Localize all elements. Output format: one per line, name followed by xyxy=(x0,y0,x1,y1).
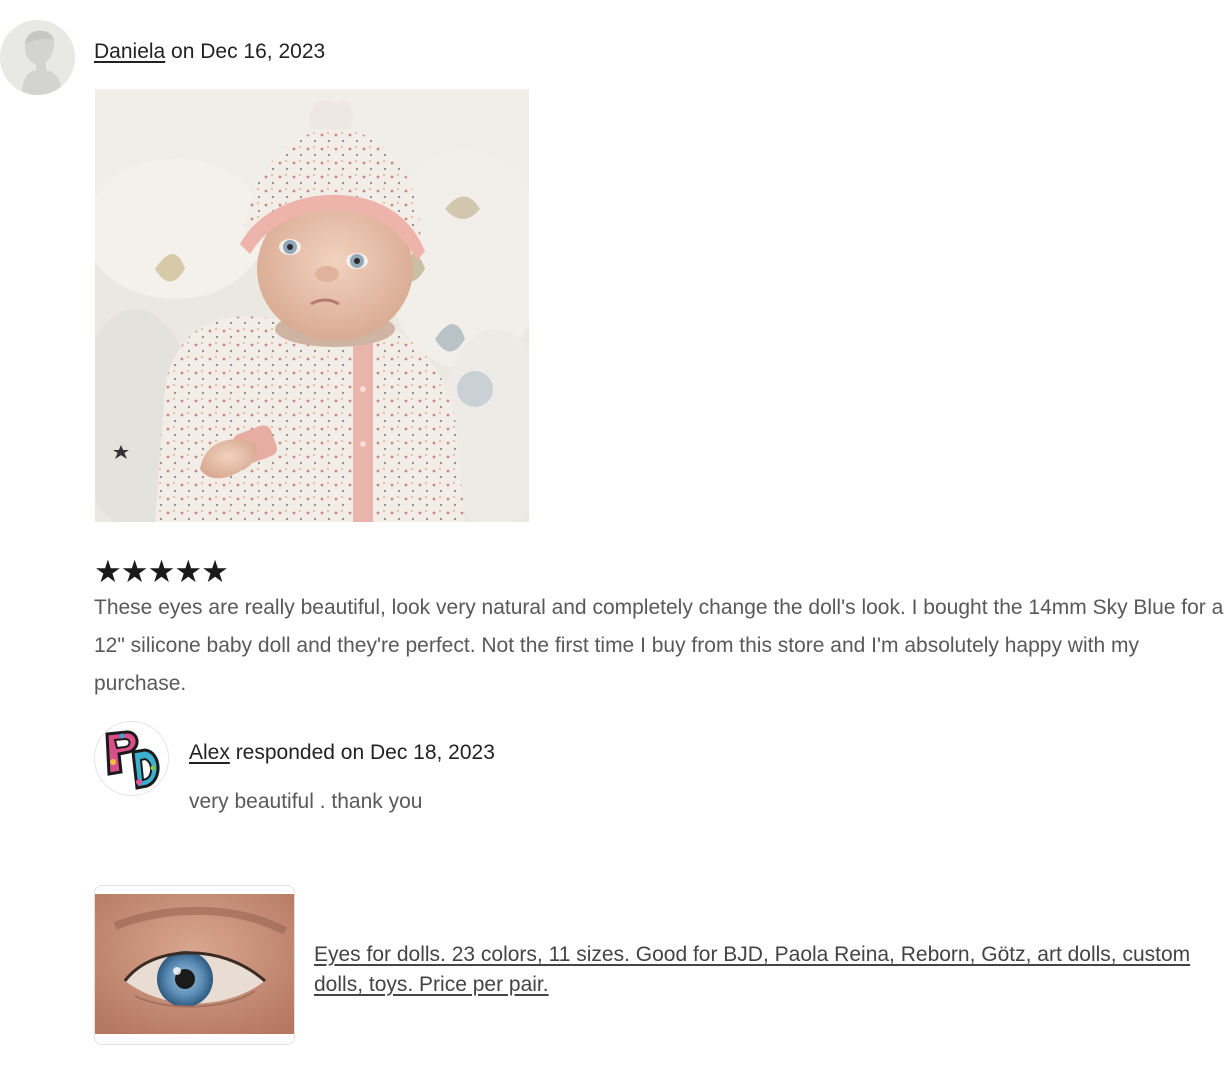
product-eye-image xyxy=(95,894,294,1034)
response-date: Dec 18, 2023 xyxy=(369,741,495,764)
product-thumbnail[interactable] xyxy=(94,885,295,1045)
rating-stars: ★★★★★ xyxy=(94,554,229,590)
product-title-link[interactable]: Eyes for dolls. 23 colors, 11 sizes. Goo… xyxy=(314,940,1214,1000)
responded-prefix: responded on xyxy=(229,741,370,764)
review-date: Dec 16, 2023 xyxy=(200,40,326,63)
responder-name-link[interactable]: Alex xyxy=(189,741,230,764)
review-photo[interactable] xyxy=(95,89,529,522)
default-user-silhouette-icon xyxy=(0,20,75,95)
responder-line: Alex responded on Dec 18, 2023 xyxy=(189,741,495,765)
review-text: These eyes are really beautiful, look ve… xyxy=(94,596,1224,695)
reviewer-avatar[interactable] xyxy=(0,20,75,95)
star-rating-text: ★★★★★ xyxy=(94,554,229,590)
reviewer-name-link[interactable]: Daniela xyxy=(94,40,165,63)
response-text: very beautiful . thank you xyxy=(189,790,423,813)
reviewer-line: Daniela on Dec 16, 2023 xyxy=(94,40,325,64)
seller-avatar[interactable] xyxy=(94,721,169,796)
date-prefix: on xyxy=(165,40,201,63)
seller-logo-image xyxy=(95,722,168,795)
doll-photo-image xyxy=(95,89,529,522)
